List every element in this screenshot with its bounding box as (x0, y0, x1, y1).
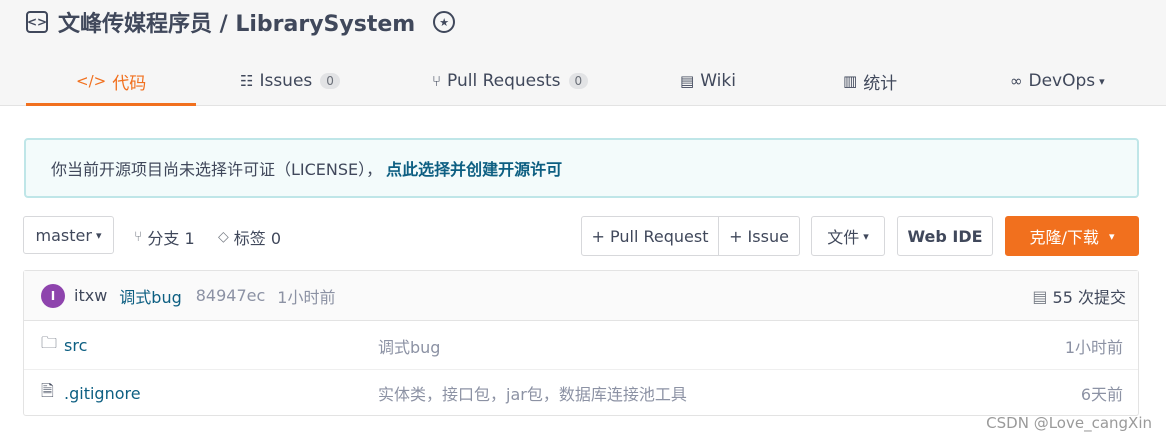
tags-label: 标签 0 (233, 229, 282, 248)
file-commit-time: 6天前 (1080, 385, 1123, 404)
web-ide-label: Web IDE (907, 226, 983, 246)
commit-message[interactable]: 调式bug (119, 284, 181, 308)
tab-code[interactable]: </> 代码 (25, 56, 197, 106)
file-name[interactable]: .gitignore (64, 384, 141, 403)
chevron-down-icon: ▾ (95, 228, 102, 242)
avatar[interactable]: I (41, 283, 65, 308)
repository-icon: <> (26, 11, 48, 33)
repo-header: <> 文峰传媒程序员 / LibrarySystem ★ </> 代码 ☷ Is… (0, 0, 1166, 106)
file-menu-button[interactable]: 文件 ▾ (811, 216, 885, 256)
file-name[interactable]: src (64, 336, 87, 355)
table-row[interactable]: 🗀 src 调式bug 1小时前 (24, 322, 1138, 369)
file-commit-message[interactable]: 调式bug (378, 334, 440, 358)
web-ide-button[interactable]: Web IDE (897, 216, 993, 256)
tab-wiki[interactable]: ▤ Wiki (680, 56, 736, 106)
tags-link[interactable]: ◇ 标签 0 (218, 226, 281, 248)
chevron-down-icon: ▾ (1099, 74, 1105, 88)
pull-request-icon: ⑂ (432, 72, 442, 90)
branches-label: 分支 1 (147, 229, 195, 248)
new-issue-button[interactable]: + Issue (718, 216, 800, 256)
tab-label: 统计 (863, 73, 898, 94)
commit-author[interactable]: itxw (74, 286, 107, 305)
new-pull-request-button[interactable]: + Pull Request (581, 216, 719, 256)
tag-icon: ◇ (218, 229, 229, 245)
document-icon: ▤ (1032, 286, 1048, 306)
issues-count: 0 (320, 73, 340, 89)
clone-label: 克隆/下载 (1029, 228, 1099, 247)
branch-label: master (35, 225, 92, 245)
tab-label: DevOps (1028, 71, 1096, 91)
stats-icon: ▥ (843, 72, 858, 90)
repo-name[interactable]: 文峰传媒程序员 / LibrarySystem (58, 6, 415, 38)
commit-count-link[interactable]: ▤ 55 次提交 (1032, 271, 1126, 321)
recommend-badge-icon[interactable]: ★ (433, 11, 456, 33)
repo-tabs: </> 代码 ☷ Issues 0 ⑂ Pull Requests 0 ▤ Wi… (0, 56, 1166, 106)
infinity-icon: ∞ (1010, 72, 1023, 90)
tab-label: Pull Requests (447, 71, 561, 91)
file-icon: 🗎 (41, 380, 54, 400)
folder-icon: 🗀 (41, 333, 58, 352)
notice-text: 你当前开源项目尚未选择许可证（LICENSE）， (51, 160, 383, 179)
file-commit-time: 1小时前 (1064, 337, 1123, 357)
commit-count: 55 次提交 (1052, 288, 1126, 307)
file-commit-message[interactable]: 实体类，接口包，jar包，数据库连接池工具 (378, 381, 687, 405)
branch-icon: ⑂ (134, 229, 143, 245)
issues-icon: ☷ (240, 72, 254, 90)
file-list: I itxw 调式bug 84947ec 1小时前 ▤ 55 次提交 🗀 src… (23, 270, 1139, 416)
create-license-link[interactable]: 点此选择并创建开源许可 (386, 156, 562, 180)
tab-label: 代码 (112, 73, 147, 94)
tab-stats[interactable]: ▥ 统计 (843, 56, 897, 106)
chevron-down-icon: ▾ (863, 229, 869, 243)
file-button-label: 文件 (827, 228, 860, 247)
repo-title: <> 文峰传媒程序员 / LibrarySystem ★ (26, 6, 456, 38)
tab-label: Issues (259, 71, 313, 91)
commit-time: 1小时前 (277, 287, 336, 307)
branch-select[interactable]: master ▾ (23, 216, 114, 254)
license-notice: 你当前开源项目尚未选择许可证（LICENSE）， 点此选择并创建开源许可 (24, 138, 1139, 198)
latest-commit-bar: I itxw 调式bug 84947ec 1小时前 ▤ 55 次提交 (24, 271, 1138, 321)
code-icon: </> (76, 72, 107, 90)
clone-download-button[interactable]: 克隆/下载 ▾ (1005, 216, 1139, 256)
branches-link[interactable]: ⑂ 分支 1 (134, 226, 195, 248)
pull-request-button-label: + Pull Request (591, 226, 709, 246)
tab-label: Wiki (700, 71, 736, 91)
issue-button-label: + Issue (729, 226, 789, 246)
tab-issues[interactable]: ☷ Issues 0 (240, 56, 340, 106)
pull-requests-count: 0 (568, 73, 589, 89)
wiki-icon: ▤ (680, 72, 695, 90)
chevron-down-icon: ▾ (1108, 229, 1115, 243)
tab-devops[interactable]: ∞ DevOps ▾ (1010, 56, 1105, 106)
commit-sha[interactable]: 84947ec (196, 286, 266, 305)
tab-pull-requests[interactable]: ⑂ Pull Requests 0 (432, 56, 589, 106)
table-row[interactable]: 🗎 .gitignore 实体类，接口包，jar包，数据库连接池工具 6天前 (24, 369, 1138, 416)
watermark: CSDN @Love_cangXin (986, 414, 1152, 432)
